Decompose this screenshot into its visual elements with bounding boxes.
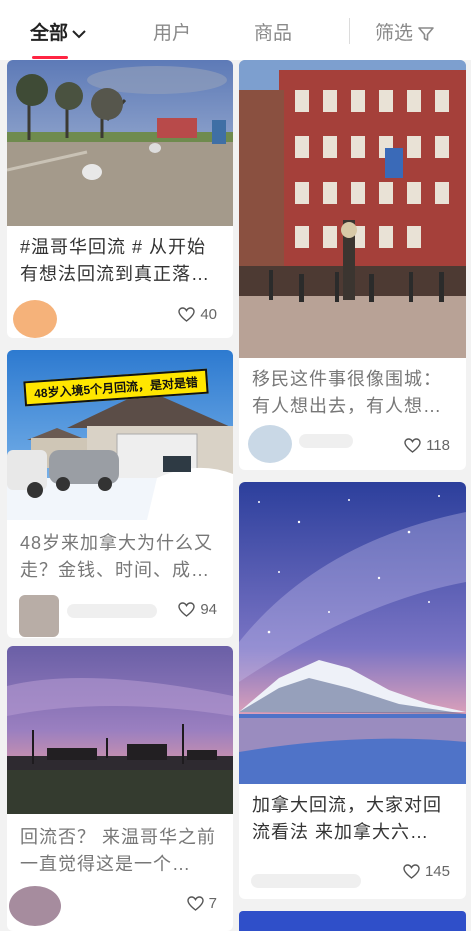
tab-goods[interactable]: 商品 xyxy=(254,18,292,45)
note-cover-image xyxy=(7,646,233,814)
like-count[interactable]: 118 xyxy=(404,437,450,454)
author-name xyxy=(251,874,361,888)
note-cover-image xyxy=(239,60,466,358)
avatar xyxy=(19,595,59,637)
filter-icon xyxy=(418,27,434,41)
avatar xyxy=(248,425,292,463)
author-name xyxy=(67,604,157,618)
tab-all-label: 全部 xyxy=(30,23,69,44)
like-count-value: 40 xyxy=(200,306,217,323)
avatar xyxy=(13,300,57,338)
top-tab-bar: 全部 用户 商品 筛选 xyxy=(0,0,471,60)
note-card[interactable]: 移民这件事很像围城：有人想出去，有人想… 118 xyxy=(239,60,466,470)
note-card[interactable]: 回流否？ 来温哥华之前一直觉得这是一个… 7 xyxy=(7,646,233,931)
avatar xyxy=(9,886,61,926)
tab-all[interactable]: 全部 xyxy=(30,18,86,45)
tab-divider xyxy=(349,18,350,44)
note-card[interactable]: 48岁入境5个月回流，是对是错 48岁来加拿大为什么又走？金钱、时间、成… 94 xyxy=(7,350,233,638)
like-count-value: 94 xyxy=(200,601,217,618)
note-title: 加拿大回流，大家对回流看法 来加拿大六… xyxy=(252,795,442,842)
note-title: #温哥华回流 # 从开始有想法回流到真正落… xyxy=(20,237,210,284)
tab-users[interactable]: 用户 xyxy=(153,18,191,45)
note-card[interactable]: #温哥华回流 # 从开始有想法回流到真正落… 40 xyxy=(7,60,233,338)
note-title: 回流否？ 来温哥华之前一直觉得这是一个… xyxy=(20,827,216,874)
heart-icon xyxy=(186,896,204,911)
like-count-value: 7 xyxy=(208,895,217,912)
like-count[interactable]: 94 xyxy=(178,601,217,618)
active-tab-indicator xyxy=(32,56,68,59)
like-count[interactable]: 40 xyxy=(178,306,217,323)
note-title: 移民这件事很像围城：有人想出去，有人想… xyxy=(252,369,442,416)
note-card[interactable]: 加拿大回流，大家对回流看法 来加拿大六… 145 xyxy=(239,482,466,899)
chevron-down-icon xyxy=(72,30,86,39)
note-card-partial[interactable] xyxy=(239,911,466,931)
like-count-value: 145 xyxy=(424,863,450,880)
note-cover-image xyxy=(239,482,466,784)
heart-icon xyxy=(178,307,196,322)
heart-icon xyxy=(403,864,420,879)
like-count[interactable]: 145 xyxy=(403,863,450,880)
note-cover-image xyxy=(7,60,233,226)
author-name xyxy=(299,434,353,448)
like-count-value: 118 xyxy=(426,437,450,454)
heart-icon xyxy=(178,602,196,617)
heart-icon xyxy=(404,438,421,453)
note-title: 48岁来加拿大为什么又走？金钱、时间、成… xyxy=(20,533,214,580)
filter-label: 筛选 xyxy=(375,23,414,44)
like-count[interactable]: 7 xyxy=(186,895,217,912)
filter-button[interactable]: 筛选 xyxy=(375,18,435,45)
